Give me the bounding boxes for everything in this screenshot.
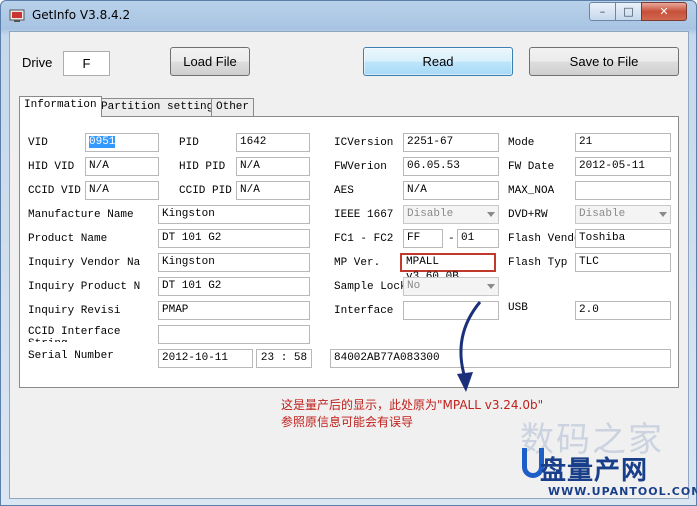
- dvd-rw-label: DVD+RW: [508, 209, 548, 221]
- hid-pid-field[interactable]: N/A: [236, 157, 310, 176]
- pid-field[interactable]: 1642: [236, 133, 310, 152]
- ccid-vid-label: CCID VID: [28, 185, 81, 197]
- hid-vid-label: HID VID: [28, 161, 75, 173]
- sample-lock-select[interactable]: No: [403, 277, 499, 296]
- manufacture-name-field[interactable]: Kingston: [158, 205, 310, 224]
- flash-vendor-field[interactable]: Toshiba: [575, 229, 671, 248]
- chevron-down-icon: [487, 284, 495, 289]
- serial-number-label: Serial Number: [28, 350, 114, 362]
- serial-date-field[interactable]: 2012-10-11: [158, 349, 253, 368]
- pid-label: PID: [179, 137, 199, 149]
- ccid-pid-label: CCID PID: [179, 185, 232, 197]
- product-name-field[interactable]: DT 101 G2: [158, 229, 310, 248]
- fw-date-label: FW Date: [508, 161, 555, 173]
- chevron-down-icon: [487, 212, 495, 217]
- inquiry-product-label: Inquiry Product Nar: [28, 281, 140, 293]
- sample-lock-value: No: [407, 280, 421, 292]
- app-icon: [9, 9, 25, 22]
- hid-pid-label: HID PID: [179, 161, 226, 173]
- dvd-rw-value: Disable: [579, 208, 626, 220]
- vid-field[interactable]: 0951: [85, 133, 159, 152]
- fc-label: FC1 - FC2: [334, 233, 394, 245]
- max-noa-label: MAX_NOA: [508, 185, 555, 197]
- usb-field[interactable]: 2.0: [575, 301, 671, 320]
- drive-input[interactable]: F: [63, 51, 110, 76]
- sample-lock-label: Sample Lock: [334, 281, 407, 293]
- save-to-file-button[interactable]: Save to File: [529, 47, 679, 76]
- fwversion-field[interactable]: 06.05.53: [403, 157, 499, 176]
- load-file-button[interactable]: Load File: [170, 47, 250, 76]
- fc1-field[interactable]: FF: [403, 229, 443, 248]
- chevron-down-icon: [659, 212, 667, 217]
- serial-number-field[interactable]: 84002AB77A083300: [330, 349, 671, 368]
- fwversion-label: FWVerion: [334, 161, 387, 173]
- mode-label: Mode: [508, 137, 535, 149]
- read-button[interactable]: Read: [363, 47, 513, 76]
- annotation-line-1: 这是量产后的显示，此处原为"MPALL v3.24.0b": [281, 398, 544, 412]
- tab-partition-setting[interactable]: Partition setting: [96, 98, 219, 116]
- flash-type-field[interactable]: TLC: [575, 253, 671, 272]
- aes-field[interactable]: N/A: [403, 181, 499, 200]
- vid-label: VID: [28, 137, 48, 149]
- manufacture-name-label: Manufacture Name: [28, 209, 134, 221]
- inquiry-vendor-field[interactable]: Kingston: [158, 253, 310, 272]
- tab-other[interactable]: Other: [211, 98, 255, 116]
- close-button[interactable]: ✕: [641, 2, 687, 21]
- inquiry-product-field[interactable]: DT 101 G2: [158, 277, 310, 296]
- mp-ver-field[interactable]: MPALL v3.60.0B: [400, 253, 496, 283]
- dvd-rw-select[interactable]: Disable: [575, 205, 671, 224]
- fw-date-field[interactable]: 2012-05-11: [575, 157, 671, 176]
- tab-information[interactable]: Information: [19, 96, 102, 117]
- annotation-line-2: 参照原信息可能会有误导: [281, 415, 414, 429]
- ccid-vid-field[interactable]: N/A: [85, 181, 159, 200]
- inquiry-revision-label: Inquiry Revisi: [28, 305, 121, 317]
- product-name-label: Product Name: [28, 233, 108, 245]
- max-noa-field[interactable]: [575, 181, 671, 200]
- inquiry-revision-field[interactable]: PMAP: [158, 301, 310, 320]
- ieee1667-label: IEEE 1667: [334, 209, 394, 221]
- icversion-label: ICVersion: [334, 137, 394, 149]
- ccid-interface-label: CCID Interface String: [28, 326, 121, 342]
- watermark-brand: 盘量产网: [540, 456, 649, 486]
- flash-type-label: Flash Typ: [508, 257, 568, 269]
- mode-field[interactable]: 21: [575, 133, 671, 152]
- hid-vid-field[interactable]: N/A: [85, 157, 159, 176]
- title-bar: GetInfo V3.8.4.2 – □ ✕: [1, 1, 696, 29]
- vid-value: 0951: [89, 136, 116, 148]
- annotation-arrow-icon: [457, 301, 482, 392]
- ccid-interface-field[interactable]: [158, 325, 310, 344]
- interface-label: Interface: [334, 305, 394, 317]
- drive-label: Drive: [22, 55, 53, 70]
- serial-time-field[interactable]: 23 : 58: [256, 349, 312, 368]
- minimize-button[interactable]: –: [589, 2, 616, 21]
- ieee1667-value: Disable: [407, 208, 454, 220]
- flash-vendor-label: Flash Vendo: [508, 233, 576, 245]
- mp-ver-label: MP Ver.: [334, 257, 381, 269]
- maximize-icon: □: [623, 5, 634, 18]
- inquiry-vendor-label: Inquiry Vendor Name: [28, 257, 140, 269]
- minimize-icon: –: [599, 5, 606, 18]
- ieee1667-select[interactable]: Disable: [403, 205, 499, 224]
- ccid-pid-field[interactable]: N/A: [236, 181, 310, 200]
- fc-separator: -: [448, 233, 455, 245]
- icversion-field[interactable]: 2251-67: [403, 133, 499, 152]
- window-title: GetInfo V3.8.4.2: [32, 8, 131, 22]
- annotation-text: 这是量产后的显示，此处原为"MPALL v3.24.0b" 参照原信息可能会有误…: [281, 397, 543, 431]
- maximize-button[interactable]: □: [615, 2, 642, 21]
- aes-label: AES: [334, 185, 354, 197]
- usb-label: USB: [508, 302, 528, 314]
- close-icon: ✕: [659, 5, 669, 18]
- fc2-field[interactable]: 01: [457, 229, 499, 248]
- watermark-url: WWW.UPANTOOL.COM: [548, 485, 697, 498]
